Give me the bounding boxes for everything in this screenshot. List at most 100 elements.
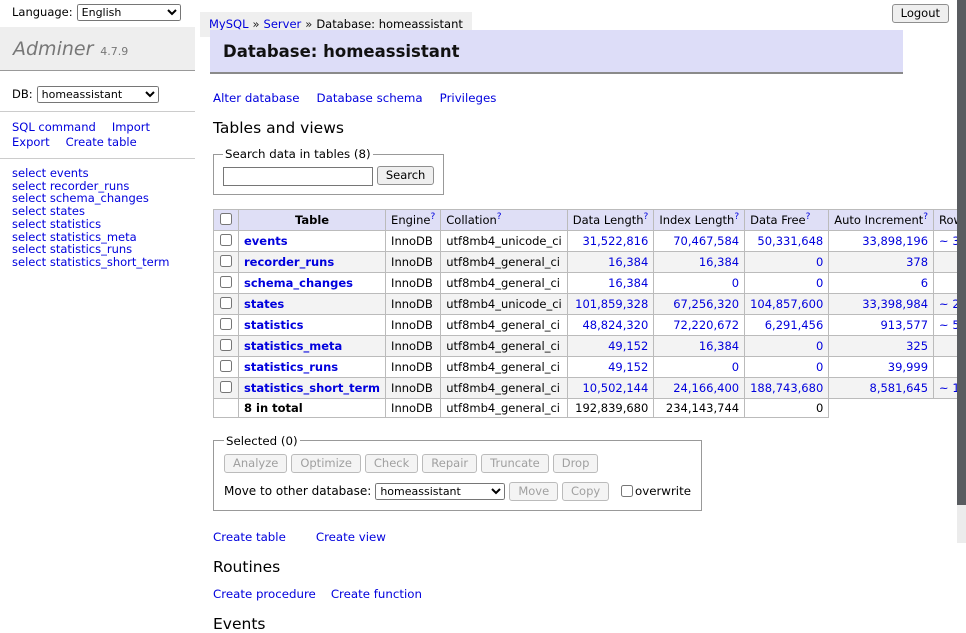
page-title: Database: homeassistant	[210, 30, 903, 74]
index-length-link[interactable]: 16,384	[699, 339, 739, 353]
column-header-collation: Collation?	[441, 209, 568, 230]
row-checkbox[interactable]	[220, 234, 232, 246]
column-help-link[interactable]: ?	[644, 212, 649, 222]
alter-database-link[interactable]: Alter database	[213, 91, 300, 105]
search-button[interactable]: Search	[377, 166, 435, 185]
row-checkbox[interactable]	[220, 255, 232, 267]
column-help-link[interactable]: ?	[430, 212, 435, 222]
overwrite-checkbox[interactable]	[621, 485, 633, 497]
create-table-link-sidebar[interactable]: Create table	[66, 135, 137, 149]
row-checkbox[interactable]	[220, 381, 232, 393]
create-procedure-link[interactable]: Create procedure	[213, 587, 316, 601]
table-name-link[interactable]: statistics_short_term	[244, 381, 380, 395]
column-header-table: Table	[239, 209, 386, 230]
data-length-link[interactable]: 48,824,320	[582, 318, 648, 332]
vertical-scrollbar-track[interactable]	[957, 0, 966, 543]
row-checkbox[interactable]	[220, 339, 232, 351]
sidebar-item-select-states[interactable]: select states	[12, 205, 195, 218]
sidebar-divider	[0, 111, 195, 112]
vertical-scrollbar-thumb[interactable]	[957, 0, 966, 505]
auto-increment-link[interactable]: 6	[921, 276, 928, 290]
data-free-link[interactable]: 104,857,600	[750, 297, 823, 311]
data-free-link[interactable]: 6,291,456	[765, 318, 824, 332]
row-checkbox[interactable]	[220, 318, 232, 330]
create-table-link[interactable]: Create table	[213, 530, 286, 544]
logout-button[interactable]: Logout	[892, 4, 949, 23]
table-name-link[interactable]: schema_changes	[244, 276, 353, 290]
data-free-link[interactable]: 50,331,648	[757, 234, 823, 248]
data-length-link[interactable]: 49,152	[608, 360, 648, 374]
sidebar-item-select-statistics-short-term[interactable]: select statistics_short_term	[12, 256, 195, 269]
data-length-link[interactable]: 49,152	[608, 339, 648, 353]
create-view-link[interactable]: Create view	[316, 530, 386, 544]
collation-cell: utf8mb4_general_ci	[441, 314, 568, 335]
data-length-link[interactable]: 16,384	[608, 276, 648, 290]
auto-increment-link[interactable]: 33,398,984	[862, 297, 928, 311]
data-free-link[interactable]: 0	[816, 255, 823, 269]
auto-increment-link[interactable]: 33,898,196	[862, 234, 928, 248]
index-length-link[interactable]: 0	[732, 360, 739, 374]
overwrite-label[interactable]: overwrite	[635, 484, 691, 498]
move-label: Move to other database:	[224, 484, 371, 498]
index-length-link[interactable]: 67,256,320	[673, 297, 739, 311]
row-checkbox[interactable]	[220, 276, 232, 288]
column-help-link[interactable]: ?	[806, 212, 811, 222]
sidebar-item-select-events[interactable]: select events	[12, 167, 195, 180]
row-checkbox[interactable]	[220, 360, 232, 372]
table-name-link[interactable]: events	[244, 234, 288, 248]
index-length-link[interactable]: 72,220,672	[673, 318, 739, 332]
select-all-checkbox[interactable]	[220, 213, 232, 225]
index-length-link[interactable]: 0	[732, 276, 739, 290]
data-free: 0	[745, 251, 829, 272]
index-length-link[interactable]: 70,467,584	[673, 234, 739, 248]
column-help-link[interactable]: ?	[923, 212, 928, 222]
data-free-link[interactable]: 0	[816, 360, 823, 374]
database-schema-link[interactable]: Database schema	[317, 91, 423, 105]
move-button[interactable]: Move	[509, 482, 558, 501]
column-help-link[interactable]: ?	[734, 212, 739, 222]
data-free-link[interactable]: 0	[816, 339, 823, 353]
data-free-link[interactable]: 0	[816, 276, 823, 290]
table-name-link[interactable]: statistics_runs	[244, 360, 338, 374]
column-help-link[interactable]: ?	[497, 212, 502, 222]
db-select[interactable]: homeassistant	[37, 86, 159, 103]
sql-command-link[interactable]: SQL command	[12, 120, 96, 134]
auto-increment: 39,999	[829, 356, 934, 377]
check-button[interactable]: Check	[365, 454, 418, 473]
row-select-cell	[214, 335, 239, 356]
search-input[interactable]	[223, 167, 373, 186]
column-header-engine: Engine?	[386, 209, 441, 230]
auto-increment-link[interactable]: 378	[906, 255, 928, 269]
collation-cell: utf8mb4_unicode_ci	[441, 230, 568, 251]
row-checkbox[interactable]	[220, 297, 232, 309]
data-length-link[interactable]: 31,522,816	[582, 234, 648, 248]
truncate-button[interactable]: Truncate	[481, 454, 549, 473]
data-length-link[interactable]: 101,859,328	[575, 297, 648, 311]
table-name-link[interactable]: statistics_meta	[244, 339, 342, 353]
data-length-link[interactable]: 10,502,144	[582, 381, 648, 395]
table-name-link[interactable]: states	[244, 297, 284, 311]
data-free-link[interactable]: 188,743,680	[750, 381, 823, 395]
analyze-button[interactable]: Analyze	[224, 454, 287, 473]
data-length-link[interactable]: 16,384	[608, 255, 648, 269]
auto-increment-link[interactable]: 8,581,645	[870, 381, 929, 395]
auto-increment-link[interactable]: 39,999	[888, 360, 928, 374]
index-length-link[interactable]: 24,166,400	[673, 381, 739, 395]
select-all-cell	[214, 209, 239, 230]
create-function-link[interactable]: Create function	[331, 587, 422, 601]
privileges-link[interactable]: Privileges	[440, 91, 497, 105]
table-name-link[interactable]: statistics	[244, 318, 304, 332]
drop-button[interactable]: Drop	[553, 454, 599, 473]
auto-increment-link[interactable]: 325	[906, 339, 928, 353]
auto-increment-link[interactable]: 913,577	[880, 318, 928, 332]
sidebar-item-select-statistics[interactable]: select statistics	[12, 218, 195, 231]
copy-button[interactable]: Copy	[562, 482, 609, 501]
export-link[interactable]: Export	[12, 135, 50, 149]
language-select[interactable]: English	[77, 4, 181, 21]
optimize-button[interactable]: Optimize	[291, 454, 361, 473]
repair-button[interactable]: Repair	[422, 454, 477, 473]
import-link[interactable]: Import	[112, 120, 150, 134]
table-name-link[interactable]: recorder_runs	[244, 255, 334, 269]
index-length-link[interactable]: 16,384	[699, 255, 739, 269]
move-database-select[interactable]: homeassistant	[375, 483, 505, 500]
